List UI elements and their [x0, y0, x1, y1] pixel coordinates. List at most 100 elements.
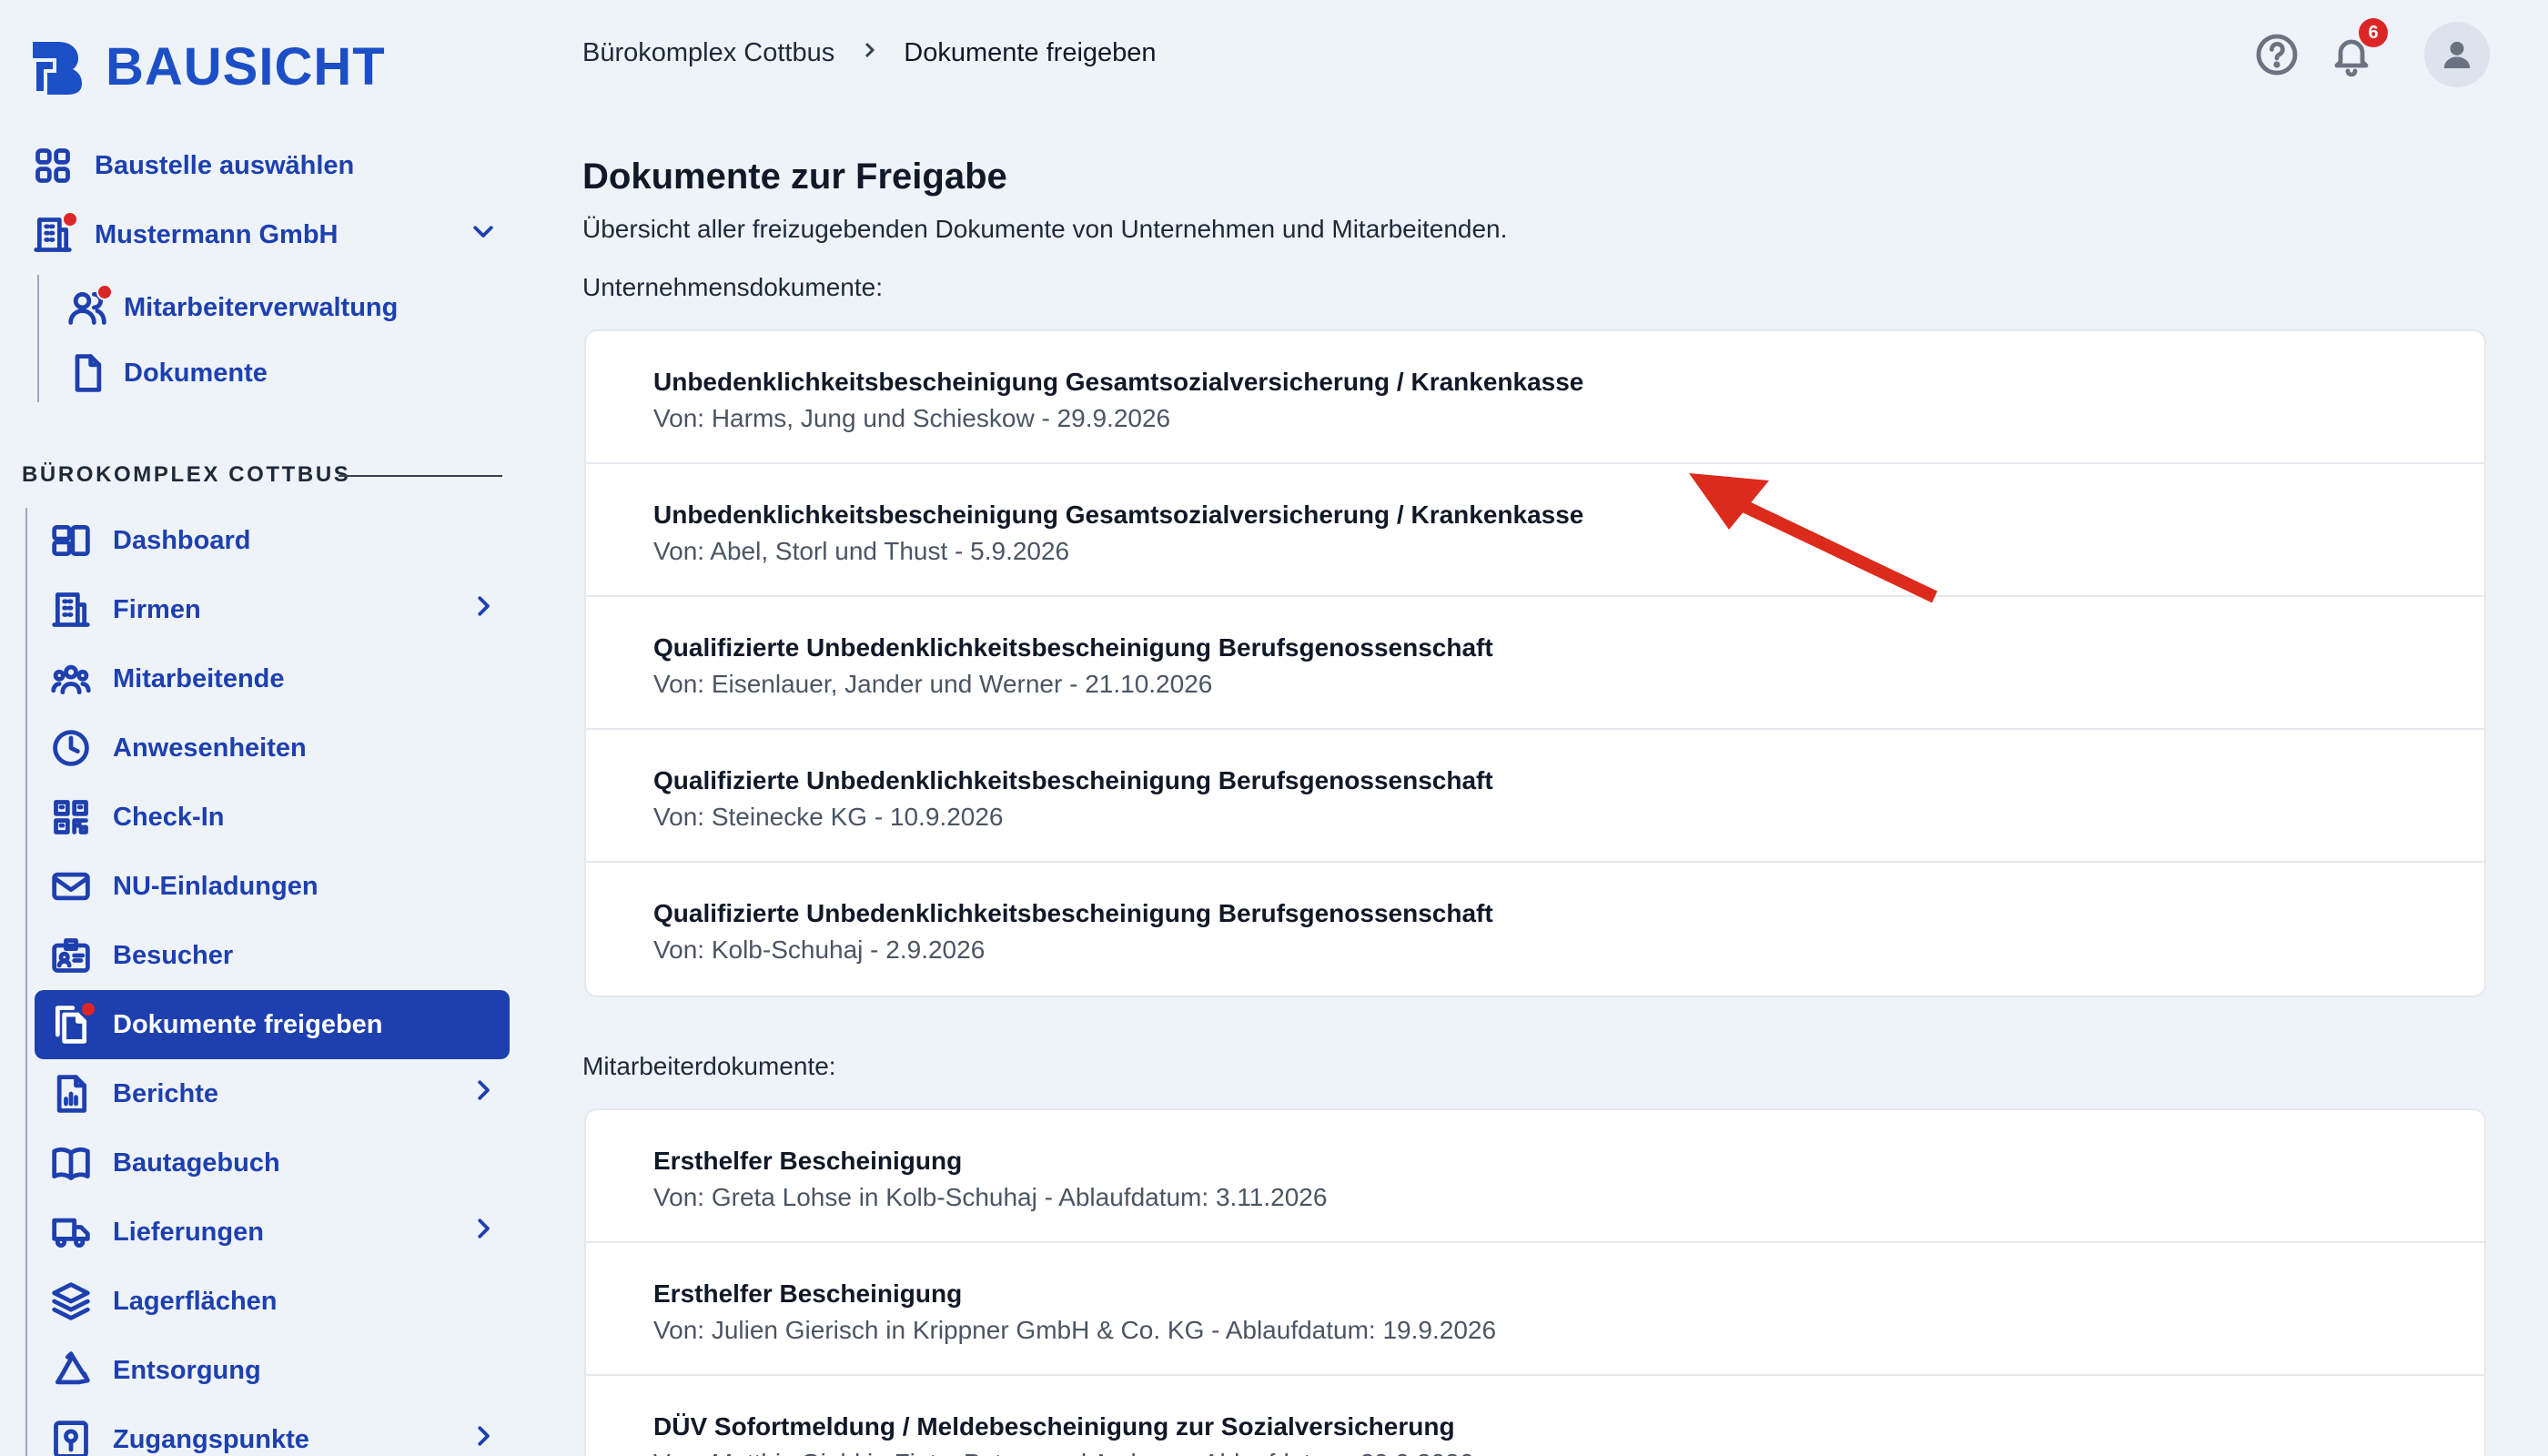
sidebar-item-check-in[interactable]: Check-In: [49, 783, 224, 852]
building-icon: [49, 588, 93, 632]
sidebar-item-dashboard[interactable]: Dashboard: [49, 506, 250, 575]
sidebar-item-label: Dokumente freigeben: [113, 1009, 383, 1039]
list-item[interactable]: Unbedenklichkeitsbescheinigung Gesamtsoz…: [586, 331, 2484, 464]
sidebar-item-employee-management[interactable]: Mitarbeiterverwaltung: [66, 273, 398, 342]
submenu-line: [25, 508, 27, 1456]
notification-dot: [62, 211, 78, 228]
chevron-right-icon[interactable]: [470, 1422, 497, 1456]
sidebar-item-nu-einladungen[interactable]: NU-Einladungen: [49, 852, 318, 921]
access-icon: [49, 1418, 93, 1456]
building-icon: [31, 211, 78, 257]
notification-badge: 6: [2359, 18, 2388, 47]
submenu-line: [37, 275, 39, 402]
user-icon: [2443, 41, 2471, 68]
sidebar-item-label: Mustermann GmbH: [95, 219, 339, 249]
help-icon[interactable]: [2255, 33, 2299, 76]
list-item[interactable]: DÜV Sofortmeldung / Meldebescheinigung z…: [586, 1376, 2484, 1456]
sidebar-item-label: NU-Einladungen: [113, 871, 318, 901]
notification-dot: [80, 1001, 96, 1017]
sidebar-item-select-site[interactable]: Baustelle auswählen: [31, 131, 354, 200]
sidebar-item-berichte[interactable]: Berichte: [49, 1059, 497, 1128]
sidebar-item-label: Dashboard: [113, 525, 251, 555]
chevron-right-icon[interactable]: [470, 1077, 497, 1111]
document-title: Qualifizierte Unbedenklichkeitsbescheini…: [653, 766, 1493, 794]
sidebar-item-anwesenheiten[interactable]: Anwesenheiten: [49, 713, 307, 783]
document-meta: Von: Abel, Storl und Thust - 5.9.2026: [653, 537, 1070, 565]
envelope-icon: [49, 864, 93, 908]
company-documents-label: Unternehmensdokumente:: [582, 273, 883, 301]
sidebar-item-label: Baustelle auswählen: [95, 150, 355, 180]
report-icon: [49, 1072, 93, 1116]
list-item[interactable]: Qualifizierte Unbedenklichkeitsbescheini…: [586, 730, 2484, 863]
sidebar-item-dokumente-freigeben[interactable]: Dokumente freigeben: [49, 990, 383, 1059]
notification-dot: [96, 284, 113, 300]
sidebar-item-label: Lagerflächen: [113, 1286, 278, 1316]
breadcrumb: Bürokomplex Cottbus Dokumente freigeben: [582, 38, 1157, 68]
clock-icon: [49, 726, 93, 770]
avatar[interactable]: [2424, 22, 2490, 87]
document-meta: Von: Matthis Giehl in Fietz, Peters und …: [653, 1445, 2484, 1456]
dashboard-icon: [49, 519, 93, 562]
brand-logo[interactable]: BAUSICHT: [27, 36, 386, 97]
sidebar-item-besucher[interactable]: Besucher: [49, 921, 233, 990]
chevron-down-icon[interactable]: [470, 217, 497, 252]
id-badge-icon: [49, 934, 93, 977]
sidebar-item-mitarbeitende[interactable]: Mitarbeitende: [49, 644, 285, 713]
sidebar-item-label: Anwesenheiten: [113, 733, 307, 763]
document-meta: Von: Kolb-Schuhaj - 2.9.2026: [653, 935, 986, 964]
chevron-right-icon: [858, 38, 880, 68]
users-icon: [66, 284, 113, 329]
qr-code-icon: [49, 795, 93, 839]
sidebar-item-label: Zugangspunkte: [113, 1424, 309, 1454]
truck-icon: [49, 1210, 93, 1254]
list-item[interactable]: Ersthelfer Bescheinigung Von: Greta Lohs…: [586, 1110, 2484, 1243]
sidebar-item-lagerflaechen[interactable]: Lagerflächen: [49, 1267, 278, 1336]
document-title: Unbedenklichkeitsbescheinigung Gesamtsoz…: [653, 368, 1584, 396]
sidebar-section-title: BÜROKOMPLEX COTTBUS: [22, 462, 351, 487]
sidebar-item-label: Dokumente: [124, 358, 268, 388]
sidebar-item-label: Entsorgung: [113, 1355, 261, 1385]
page-subtitle: Übersicht aller freizugebenden Dokumente…: [582, 215, 1508, 243]
sidebar-item-label: Check-In: [113, 802, 225, 832]
list-item[interactable]: Qualifizierte Unbedenklichkeitsbescheini…: [586, 863, 2484, 996]
sidebar-item-zugangspunkte[interactable]: Zugangspunkte: [49, 1405, 497, 1456]
sidebar-item-label: Firmen: [113, 594, 201, 624]
sidebar-item-firmen[interactable]: Firmen: [49, 575, 497, 644]
page-title: Dokumente zur Freigabe: [582, 157, 1007, 197]
document-meta: Von: Julien Gierisch in Krippner GmbH & …: [653, 1316, 1497, 1344]
list-item[interactable]: Qualifizierte Unbedenklichkeitsbescheini…: [586, 597, 2484, 730]
brand-name: BAUSICHT: [106, 37, 386, 96]
document-title: Ersthelfer Bescheinigung: [653, 1279, 963, 1308]
employee-documents-list: Ersthelfer Bescheinigung Von: Greta Lohs…: [584, 1108, 2486, 1456]
document-meta: Von: Harms, Jung und Schieskow - 29.9.20…: [653, 404, 1171, 432]
book-icon: [49, 1141, 93, 1185]
sidebar-item-label: Besucher: [113, 940, 234, 970]
breadcrumb-site[interactable]: Bürokomplex Cottbus: [582, 38, 834, 68]
sidebar-item-label: Mitarbeiterverwaltung: [124, 292, 399, 322]
sidebar-item-documents[interactable]: Dokumente: [66, 339, 268, 408]
grid-icon: [31, 144, 75, 187]
document-title: Qualifizierte Unbedenklichkeitsbescheini…: [653, 633, 1493, 662]
logo-icon: [27, 38, 86, 96]
list-item[interactable]: Ersthelfer Bescheinigung Von: Julien Gie…: [586, 1243, 2484, 1376]
document-title: DÜV Sofortmeldung / Meldebescheinigung z…: [653, 1412, 1455, 1441]
recycle-icon: [49, 1349, 93, 1392]
document-meta: Von: Eisenlauer, Jander und Werner - 21.…: [653, 670, 1213, 698]
chevron-right-icon[interactable]: [470, 592, 497, 627]
company-documents-list: Unbedenklichkeitsbescheinigung Gesamtsoz…: [584, 329, 2486, 997]
sidebar-item-label: Mitarbeitende: [113, 663, 285, 693]
divider: [339, 475, 502, 477]
document-title: Unbedenklichkeitsbescheinigung Gesamtsoz…: [653, 500, 1584, 529]
document-meta: Von: Greta Lohse in Kolb-Schuhaj - Ablau…: [653, 1183, 1328, 1211]
sidebar-item-entsorgung[interactable]: Entsorgung: [49, 1336, 261, 1405]
document-meta: Von: Steinecke KG - 10.9.2026: [653, 803, 1004, 831]
sidebar-item-company[interactable]: Mustermann GmbH: [31, 200, 497, 269]
employee-documents-label: Mitarbeiterdokumente:: [582, 1052, 836, 1080]
sidebar-item-lieferungen[interactable]: Lieferungen: [49, 1198, 497, 1267]
chevron-right-icon[interactable]: [470, 1215, 497, 1249]
breadcrumb-current: Dokumente freigeben: [904, 38, 1157, 67]
document-title: Ersthelfer Bescheinigung: [653, 1147, 963, 1175]
documents-icon: [49, 1001, 96, 1046]
sidebar-item-bautagebuch[interactable]: Bautagebuch: [49, 1128, 280, 1198]
list-item[interactable]: Unbedenklichkeitsbescheinigung Gesamtsoz…: [586, 464, 2484, 597]
